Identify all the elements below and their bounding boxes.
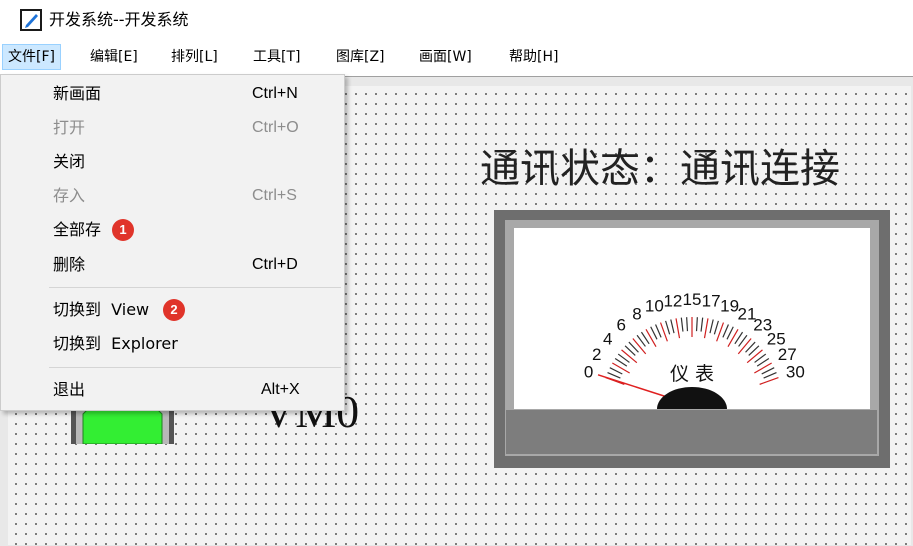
- menu-arrange[interactable]: 排列[L]: [166, 44, 223, 70]
- menu-item-label: 退出: [53, 380, 86, 399]
- menu-item-label: 切换到 Explorer: [53, 334, 178, 353]
- meter-tick: [655, 324, 662, 338]
- menu-item-new-screen[interactable]: 新画面 Ctrl+N: [2, 77, 343, 111]
- menu-file[interactable]: 文件[F]: [2, 44, 61, 70]
- meter-tick: [737, 338, 752, 355]
- meter-tick: [695, 317, 698, 332]
- meter-scale-label: 12: [663, 292, 682, 311]
- meter-tick: [609, 367, 623, 375]
- meter-scale-label: 17: [702, 292, 721, 311]
- meter-tick: [680, 317, 684, 332]
- meter-tick: [645, 329, 657, 347]
- meter-scale-label: 8: [632, 305, 641, 324]
- meter-tick: [727, 329, 739, 347]
- meter-tick: [761, 367, 775, 375]
- meter-scale-label: 27: [778, 345, 797, 364]
- step-badge-2: 2: [163, 299, 185, 321]
- menu-item-switch-explorer[interactable]: 切换到 Explorer: [2, 327, 343, 361]
- meter-tick: [703, 318, 709, 339]
- meter-tick: [621, 349, 638, 364]
- menu-item-shortcut: Ctrl+O: [252, 119, 299, 136]
- menu-item-exit[interactable]: 退出 Alt+X: [2, 373, 343, 407]
- menu-item-label: 切换到 View: [53, 300, 150, 319]
- menu-separator: [49, 367, 341, 368]
- meter-tick: [709, 319, 714, 334]
- menu-item-label: 全部存: [53, 220, 102, 239]
- meter-label: 仪 表: [670, 363, 714, 385]
- menu-separator: [49, 287, 341, 288]
- meter-tick: [763, 372, 777, 379]
- menu-item-switch-view[interactable]: 切换到 View 2: [2, 293, 343, 327]
- meter-hub: [657, 387, 727, 409]
- window-title: 开发系统--开发系统: [49, 10, 189, 29]
- meter-scale-label: 10: [645, 297, 664, 316]
- menu-item-label: 新画面: [53, 84, 102, 103]
- meter-tick: [759, 376, 779, 385]
- menu-item-label: 关闭: [53, 152, 86, 171]
- meter-scale-label: 30: [786, 362, 805, 381]
- menu-item-shortcut: Ctrl+S: [252, 187, 297, 204]
- meter-tick: [746, 349, 763, 364]
- file-menu-dropdown: 新画面 Ctrl+N 打开 Ctrl+O 关闭 存入 Ctrl+S 全部存 1 …: [0, 74, 345, 411]
- meter-tick: [612, 362, 630, 374]
- meter-tick: [700, 317, 704, 332]
- menu-item-shortcut: Alt+X: [261, 381, 300, 398]
- meter-dial: 02468 10 12 15 17 192123252730 仪 表: [584, 290, 805, 409]
- meter-tick: [670, 319, 675, 334]
- edit-pencil-icon: [20, 9, 42, 31]
- menu-item-label: 存入: [53, 186, 86, 205]
- menu-tools[interactable]: 工具[T]: [248, 44, 305, 70]
- meter-tick: [650, 326, 658, 340]
- meter-tick: [632, 338, 647, 355]
- meter-tick: [722, 324, 729, 338]
- meter-scale-label: 19: [720, 297, 739, 316]
- meter-tick: [713, 320, 719, 335]
- step-badge-1: 1: [112, 219, 134, 241]
- menu-item-shortcut: Ctrl+N: [252, 85, 298, 102]
- menu-item-delete[interactable]: 删除 Ctrl+D: [2, 248, 343, 282]
- menu-item-label: 打开: [53, 118, 86, 137]
- meter-scale-label: 4: [603, 329, 612, 348]
- meter-scale-label: 2: [592, 345, 601, 364]
- meter-scale-label: 0: [584, 362, 593, 381]
- meter-tick: [754, 362, 772, 374]
- menu-item-label: 删除: [53, 255, 86, 274]
- menu-item-close[interactable]: 关闭: [2, 145, 343, 179]
- menu-edit[interactable]: 编辑[E]: [85, 44, 143, 70]
- meter-base: [506, 410, 877, 454]
- menu-gallery[interactable]: 图库[Z]: [331, 44, 390, 70]
- menu-item-shortcut: Ctrl+D: [252, 256, 298, 273]
- meter-tick: [675, 318, 681, 339]
- menu-help[interactable]: 帮助[H]: [504, 44, 563, 70]
- menu-item-save: 存入 Ctrl+S: [2, 179, 343, 213]
- meter-scale-label: 15: [683, 290, 702, 309]
- meter-tick: [726, 326, 734, 340]
- menu-item-save-all[interactable]: 全部存 1: [2, 213, 343, 247]
- meter-tick: [665, 320, 671, 335]
- meter-tick: [686, 317, 689, 332]
- comm-status-text[interactable]: 通讯状态：通讯连接: [480, 143, 840, 195]
- meter-tick: [607, 372, 621, 379]
- meter-scale-label: 6: [617, 316, 626, 335]
- menu-bar: 文件[F] 编辑[E] 排列[L] 工具[T] 图库[Z] 画面[W] 帮助[H…: [0, 44, 913, 72]
- menu-screen[interactable]: 画面[W]: [414, 44, 477, 70]
- menu-item-open: 打开 Ctrl+O: [2, 111, 343, 145]
- title-bar: 开发系统--开发系统: [0, 0, 913, 40]
